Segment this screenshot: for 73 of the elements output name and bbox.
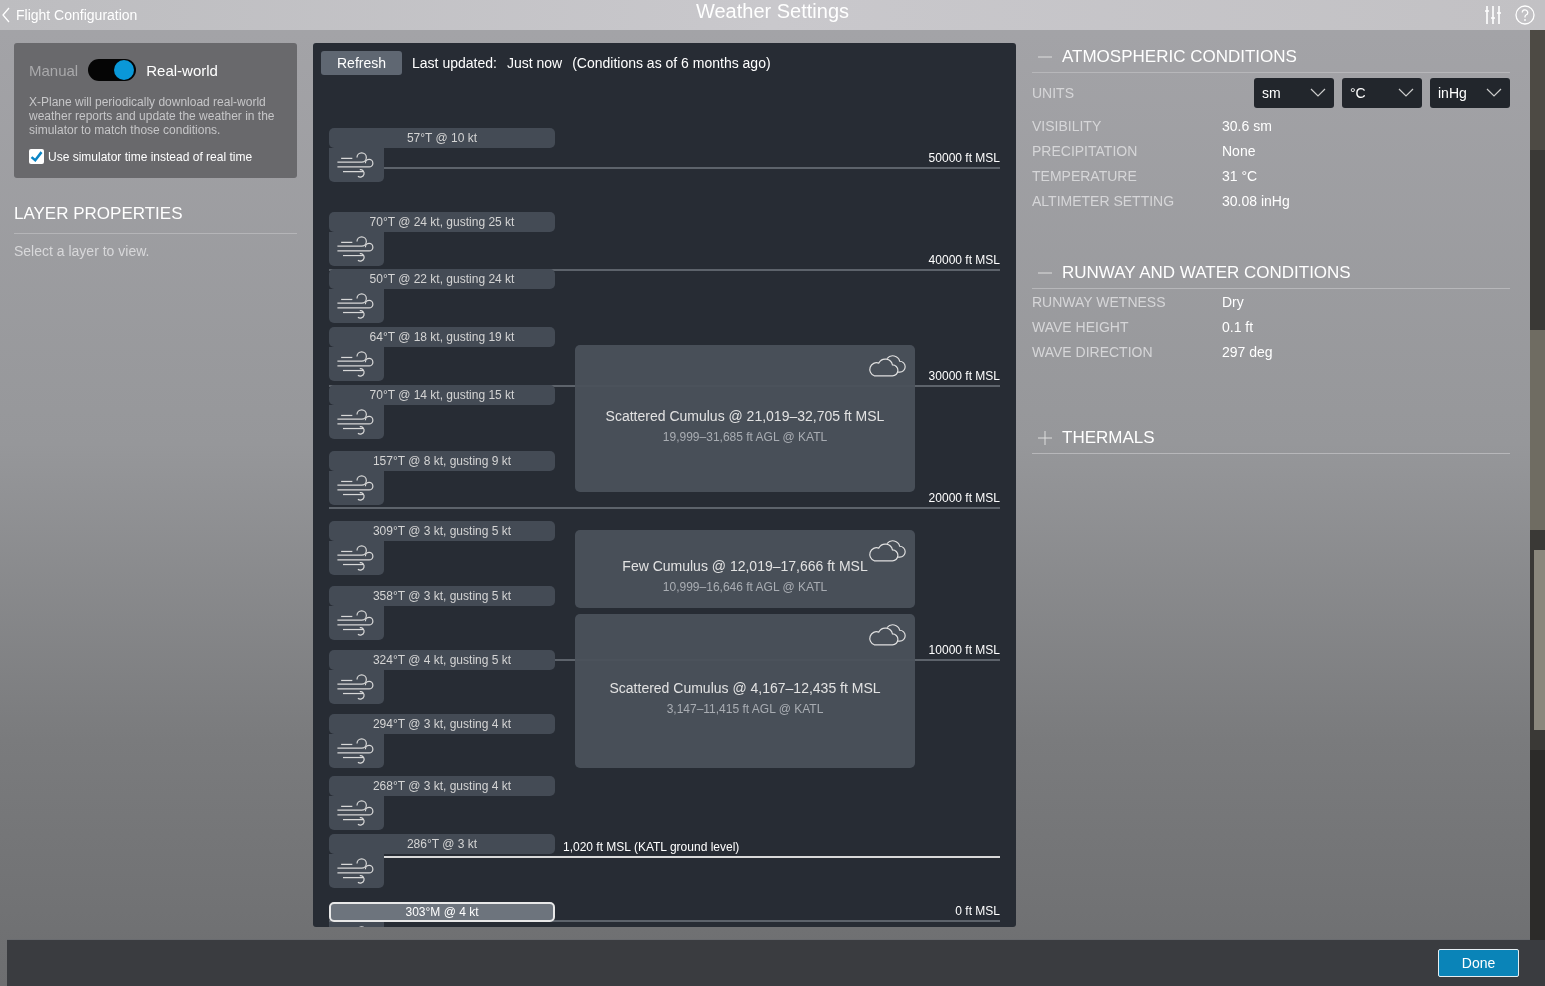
hint-text: Select a layer to view. — [14, 243, 151, 259]
checkbox-label: Use simulator time instead of real time — [48, 149, 253, 164]
wind-layer-bar[interactable]: 309°T @ 3 kt, gusting 5 kt — [329, 521, 555, 541]
wind-layer-bar[interactable]: 70°T @ 24 kt, gusting 25 kt — [329, 212, 555, 232]
cloud-layer-title: Scattered Cumulus @ 21,019–32,705 ft MSL — [605, 407, 885, 424]
field-value: Dry — [1222, 293, 1244, 310]
wind-layer-tile[interactable] — [329, 405, 384, 439]
wind-layer-bar[interactable]: 358°T @ 3 kt, gusting 5 kt — [329, 586, 555, 606]
cloud-layer-subtitle: 19,999–31,685 ft AGL @ KATL — [662, 429, 828, 444]
units-dropdown[interactable]: sm — [1254, 78, 1334, 108]
cloud-layer-card[interactable]: Scattered Cumulus @ 21,019–32,705 ft MSL 19,999–31,685 ft AGL @ KATL — [575, 345, 915, 492]
wind-layer-bar[interactable]: 50°T @ 22 kt, gusting 24 kt — [329, 269, 555, 289]
last-updated-value: Just now — [506, 55, 563, 71]
cloud-layer-subtitle: 10,999–16,646 ft AGL @ KATL — [662, 580, 828, 594]
field-value: 0.1 ft — [1222, 318, 1254, 335]
units-dropdown[interactable]: °C — [1342, 78, 1422, 108]
wind-layer-tile[interactable] — [329, 606, 384, 640]
altitude-label: 10000 ft MSL — [928, 643, 1000, 657]
wind-layer-tile[interactable] — [329, 232, 384, 266]
done-button[interactable]: Done — [1438, 949, 1519, 977]
window-title: Weather Settings — [695, 0, 849, 23]
field-value: 30.6 sm — [1222, 117, 1272, 134]
cloud-layer-title: Scattered Cumulus @ 4,167–12,435 ft MSL — [609, 680, 881, 696]
field-value: None — [1222, 142, 1256, 159]
field-label: WAVE HEIGHT — [1032, 318, 1130, 335]
section-heading: LAYER PROPERTIES — [14, 204, 297, 234]
conditions-note: (Conditions as of 6 months ago) — [572, 55, 771, 71]
wind-layer-tile[interactable] — [329, 854, 384, 888]
altitude-label: 20000 ft MSL — [928, 491, 1000, 505]
chevron-down-icon — [1486, 88, 1502, 98]
field-value: 297 deg — [1222, 343, 1273, 360]
field-label: TEMPERATURE — [1032, 167, 1138, 184]
units-dropdown[interactable]: inHg — [1430, 78, 1510, 108]
wind-layer-tile[interactable] — [329, 289, 384, 323]
wind-layer-tile[interactable] — [329, 471, 384, 505]
wind-layer-tile[interactable] — [329, 347, 384, 381]
wind-layer-bar[interactable]: 70°T @ 14 kt, gusting 15 kt — [329, 385, 555, 405]
wind-layer-bar[interactable]: 157°T @ 8 kt, gusting 9 kt — [329, 451, 555, 471]
description-text: X-Plane will periodically download real-world weather reports and update the weather in the simulator to match those conditions. — [29, 95, 276, 137]
mode-toggle[interactable] — [88, 59, 137, 81]
last-updated-label: Last updated: — [412, 55, 497, 71]
altitude-label: 40000 ft MSL — [928, 253, 1000, 267]
wind-layer-bar[interactable]: 324°T @ 4 kt, gusting 5 kt — [329, 650, 555, 670]
ground-level-label: 1,020 ft MSL (KATL ground level) — [563, 840, 740, 854]
wind-layer-tile[interactable] — [329, 148, 384, 182]
refresh-button[interactable]: Refresh — [321, 51, 403, 75]
wind-layer-bar[interactable]: 64°T @ 18 kt, gusting 19 kt — [329, 327, 555, 347]
checkbox[interactable] — [29, 149, 44, 164]
wind-layer-bar[interactable]: 303°M @ 4 kt — [329, 902, 555, 922]
chevron-down-icon — [1398, 88, 1414, 98]
wind-layer-tile[interactable] — [329, 541, 384, 575]
cloud-layer-title: Few Cumulus @ 12,019–17,666 ft MSL — [622, 558, 868, 574]
wind-layer-bar[interactable]: 268°T @ 3 kt, gusting 4 kt — [329, 776, 555, 796]
field-label: RUNWAY WETNESS — [1032, 293, 1167, 310]
mode-label: Manual — [29, 61, 79, 79]
mode-label: Real-world — [146, 61, 218, 79]
cloud-layer-subtitle: 3,147–11,415 ft AGL @ KATL — [666, 702, 824, 716]
wind-layer-bar[interactable]: 294°T @ 3 kt, gusting 4 kt — [329, 714, 555, 734]
altitude-label: 50000 ft MSL — [928, 151, 1000, 165]
wind-layer-tile[interactable] — [329, 670, 384, 704]
field-label: WAVE DIRECTION — [1032, 343, 1154, 360]
cloud-layer-card[interactable]: Few Cumulus @ 12,019–17,666 ft MSL 10,999–16,646 ft AGL @ KATL — [575, 530, 915, 608]
cloud-layer-card[interactable]: Scattered Cumulus @ 4,167–12,435 ft MSL 3,147–11,415 ft AGL @ KATL — [575, 614, 915, 768]
wind-layer-tile[interactable] — [329, 796, 384, 830]
wind-layer-tile[interactable] — [329, 734, 384, 768]
field-value: 31 °C — [1222, 167, 1258, 184]
chevron-down-icon — [1310, 88, 1326, 98]
altitude-label: 30000 ft MSL — [928, 369, 1000, 383]
field-value: 30.08 inHg — [1222, 192, 1290, 209]
field-label: ALTIMETER SETTING — [1032, 192, 1176, 209]
wind-layer-bar[interactable]: 57°T @ 10 kt — [329, 128, 555, 148]
altitude-label: 0 ft MSL — [955, 904, 1000, 918]
wind-layer-bar[interactable]: 286°T @ 3 kt — [329, 834, 555, 854]
